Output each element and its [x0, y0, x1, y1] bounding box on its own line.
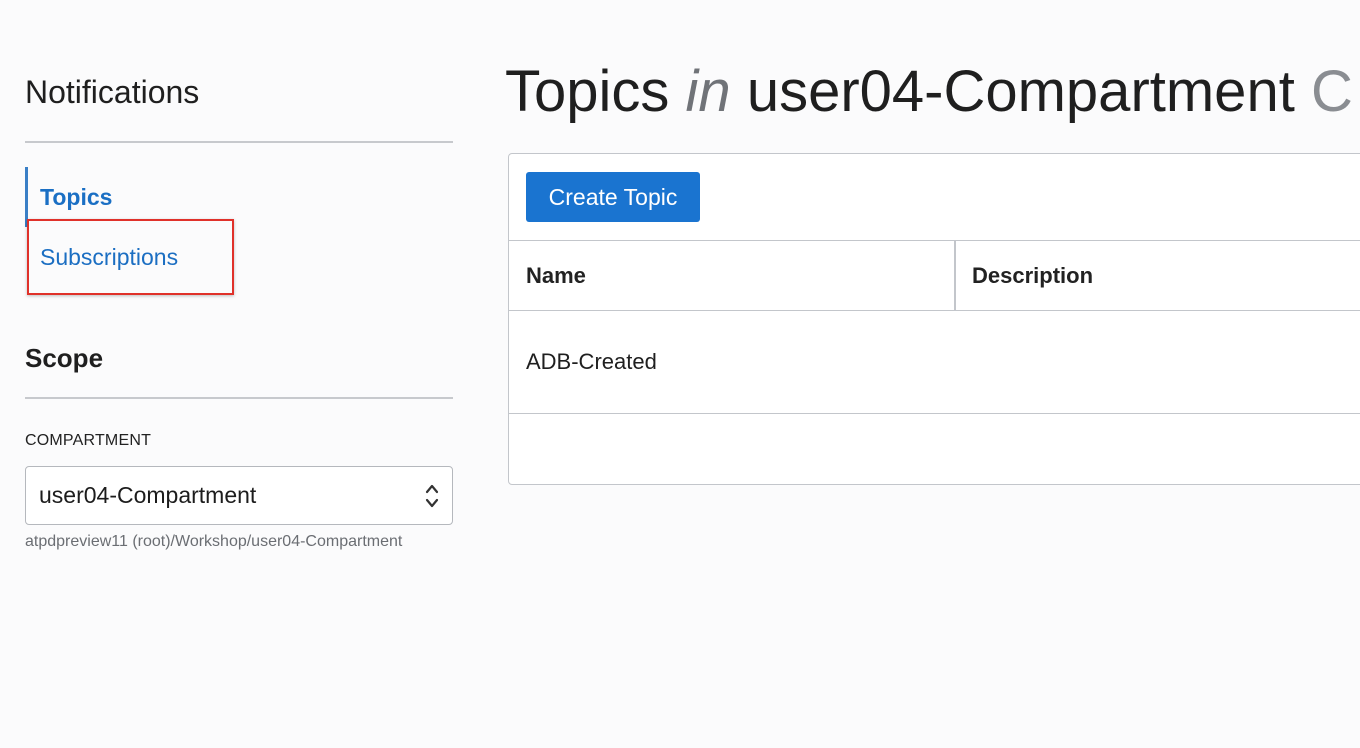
nav-item-subscriptions[interactable]: Subscriptions — [25, 227, 453, 287]
topic-name-link[interactable]: ADB-Created — [526, 311, 657, 413]
compartment-path: atpdpreview11 (root)/Workshop/user04-Com… — [25, 533, 403, 550]
topics-toolbar: Create Topic — [509, 154, 1360, 241]
column-header-name[interactable]: Name — [526, 241, 586, 311]
table-header: Name Description — [509, 241, 1360, 311]
chevron-up-down-icon — [425, 484, 439, 508]
page-title: Topics in user04-Compartment C — [505, 58, 1353, 125]
create-topic-button[interactable]: Create Topic — [526, 172, 700, 222]
topics-panel: Create Topic Name Description ADB-Create… — [508, 153, 1360, 485]
sidebar-divider — [25, 141, 453, 143]
page-title-compartment: user04-Compartment — [746, 59, 1295, 124]
column-header-description[interactable]: Description — [972, 241, 1093, 311]
column-separator — [954, 241, 956, 311]
page-title-in: in — [685, 59, 731, 124]
page-title-trailing: C — [1310, 59, 1353, 124]
scope-divider — [25, 397, 453, 399]
scope-title: Scope — [25, 343, 104, 373]
page-title-resource: Topics — [505, 59, 670, 124]
sidebar-nav: Topics Subscriptions — [25, 167, 453, 287]
nav-item-topics[interactable]: Topics — [25, 167, 453, 227]
compartment-select-value: user04-Compartment — [39, 482, 257, 508]
compartment-select[interactable]: user04-Compartment — [25, 466, 453, 525]
table-row: ADB-Created — [509, 311, 1360, 414]
sidebar-title: Notifications — [25, 74, 200, 110]
compartment-label: COMPARTMENT — [25, 432, 152, 449]
